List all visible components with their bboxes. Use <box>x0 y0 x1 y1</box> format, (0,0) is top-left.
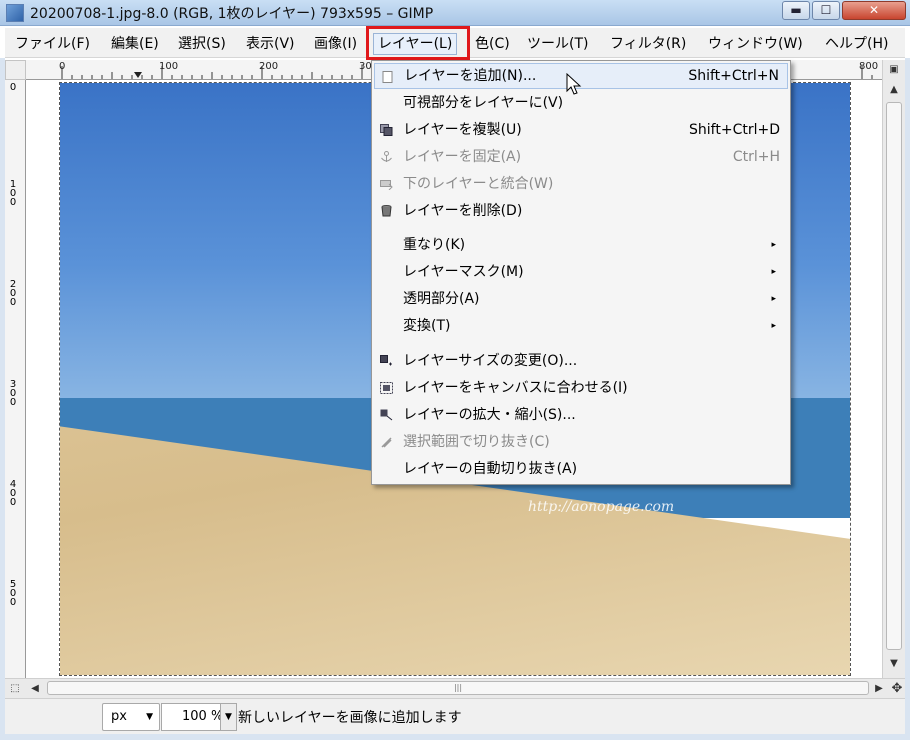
menu-item-layer-to-image-size[interactable]: レイヤーをキャンバスに合わせる(I) <box>374 375 788 401</box>
new-layer-icon <box>382 71 393 83</box>
scroll-down-button[interactable]: ▼ <box>886 656 902 672</box>
menu-item-transform[interactable]: 変換(T) ▸ <box>374 313 788 339</box>
scroll-right-button[interactable]: ▶ <box>871 681 887 697</box>
vertical-ruler: 0 100 200 300 400 500 <box>5 80 26 678</box>
window-frame-bottom <box>0 734 910 740</box>
menu-edit[interactable]: 編集(E) <box>107 33 163 55</box>
horizontal-scroll-thumb[interactable]: ||| <box>47 681 869 695</box>
menu-file[interactable]: ファイル(F) <box>11 33 94 55</box>
menu-item-stack[interactable]: 重なり(K) ▸ <box>374 232 788 258</box>
ruler-label-800: 800 <box>859 61 879 72</box>
unit-select[interactable]: px ▼ <box>102 703 160 731</box>
menu-item-delete-layer[interactable]: レイヤーを削除(D) <box>374 198 788 224</box>
fit-canvas-icon <box>380 382 393 394</box>
layer-menu-dropdown: レイヤーを追加(N)... Shift+Ctrl+N 可視部分をレイヤーに(V)… <box>371 60 791 485</box>
scale-layer-icon <box>380 409 393 421</box>
vruler-label-500: 500 <box>9 579 17 608</box>
menu-filters[interactable]: フィルタ(R) <box>606 33 690 55</box>
zoom-select[interactable]: 100 % ▼ <box>161 703 237 731</box>
window-title: 20200708-1.jpg-8.0 (RGB, 1枚のレイヤー) 793x59… <box>30 6 434 22</box>
close-button[interactable]: ✕ <box>842 1 906 20</box>
mouse-pointer-icon <box>566 73 582 95</box>
ruler-label-100: 100 <box>159 61 179 72</box>
menu-view[interactable]: 表示(V) <box>242 33 299 55</box>
menu-item-merge-down[interactable]: 下のレイヤーと統合(W) <box>374 171 788 197</box>
menu-tools[interactable]: ツール(T) <box>523 33 592 55</box>
trash-icon <box>381 205 392 217</box>
menu-windows[interactable]: ウィンドウ(W) <box>704 33 807 55</box>
menu-item-scale-layer[interactable]: レイヤーの拡大・縮小(S)... <box>374 402 788 428</box>
duplicate-layer-icon <box>380 124 393 136</box>
ruler-label-200: 200 <box>259 61 279 72</box>
menu-help[interactable]: ヘルプ(H) <box>821 33 892 55</box>
scroll-up-button[interactable]: ▲ <box>886 82 902 98</box>
menu-item-crop-to-selection[interactable]: 選択範囲で切り抜き(C) <box>374 429 788 455</box>
horizontal-scrollbar[interactable]: ⬚ ◀ ||| ▶ ✥ <box>5 678 905 698</box>
menu-item-layer-mask[interactable]: レイヤーマスク(M) ▸ <box>374 259 788 285</box>
window-frame-right <box>905 58 910 740</box>
ruler-corner-button[interactable] <box>5 60 26 80</box>
photo-watermark: http://aonopage.com <box>528 499 675 515</box>
vruler-label-400: 400 <box>9 479 17 508</box>
ruler-label-0: 0 <box>59 61 66 72</box>
status-message: 新しいレイヤーを画像に追加します <box>238 710 462 726</box>
vertical-scroll-thumb[interactable] <box>886 102 902 650</box>
menu-item-crop-to-content[interactable]: レイヤーの自動切り抜き(A) <box>374 456 788 482</box>
minimize-button[interactable]: ▬ <box>782 1 810 20</box>
maximize-button[interactable]: ☐ <box>812 1 840 20</box>
gimp-app-icon <box>6 4 24 22</box>
menu-item-anchor-layer[interactable]: レイヤーを固定(A) Ctrl+H <box>374 144 788 170</box>
vertical-scrollbar[interactable]: ▣ ▲ ▼ <box>882 60 905 678</box>
vruler-label-100: 100 <box>9 179 17 208</box>
vruler-label-200: 200 <box>9 279 17 308</box>
vruler-label-300: 300 <box>9 379 17 408</box>
crop-icon <box>381 437 392 448</box>
menu-item-transparency[interactable]: 透明部分(A) ▸ <box>374 286 788 312</box>
menu-color[interactable]: 色(C) <box>471 33 514 55</box>
unit-value: px <box>111 709 127 724</box>
menu-image[interactable]: 画像(I) <box>310 33 361 55</box>
menu-select[interactable]: 選択(S) <box>174 33 230 55</box>
submenu-arrow-icon: ▸ <box>771 240 776 250</box>
move-icon[interactable]: ✥ <box>889 681 905 697</box>
anchor-icon <box>381 151 392 162</box>
chevron-down-icon[interactable]: ▼ <box>220 704 236 730</box>
menu-highlight-box <box>366 26 470 60</box>
submenu-arrow-icon: ▸ <box>771 294 776 304</box>
title-bar: 20200708-1.jpg-8.0 (RGB, 1枚のレイヤー) 793x59… <box>0 0 910 26</box>
scroll-left-button[interactable]: ◀ <box>27 681 43 697</box>
submenu-arrow-icon: ▸ <box>771 267 776 277</box>
submenu-arrow-icon: ▸ <box>771 321 776 331</box>
vruler-label-0: 0 <box>9 82 17 93</box>
status-bar: px ▼ 100 % ▼ 新しいレイヤーを画像に追加します <box>5 698 905 734</box>
quick-mask-icon[interactable]: ⬚ <box>7 681 23 697</box>
navigate-image-icon[interactable]: ▣ <box>886 62 902 78</box>
layer-size-icon <box>380 355 392 366</box>
zoom-value: 100 % <box>182 709 224 724</box>
merge-down-icon <box>380 180 393 190</box>
chevron-down-icon: ▼ <box>146 712 153 722</box>
menu-item-layer-boundary-size[interactable]: レイヤーサイズの変更(O)... <box>374 348 788 374</box>
menu-item-duplicate-layer[interactable]: レイヤーを複製(U) Shift+Ctrl+D <box>374 117 788 143</box>
